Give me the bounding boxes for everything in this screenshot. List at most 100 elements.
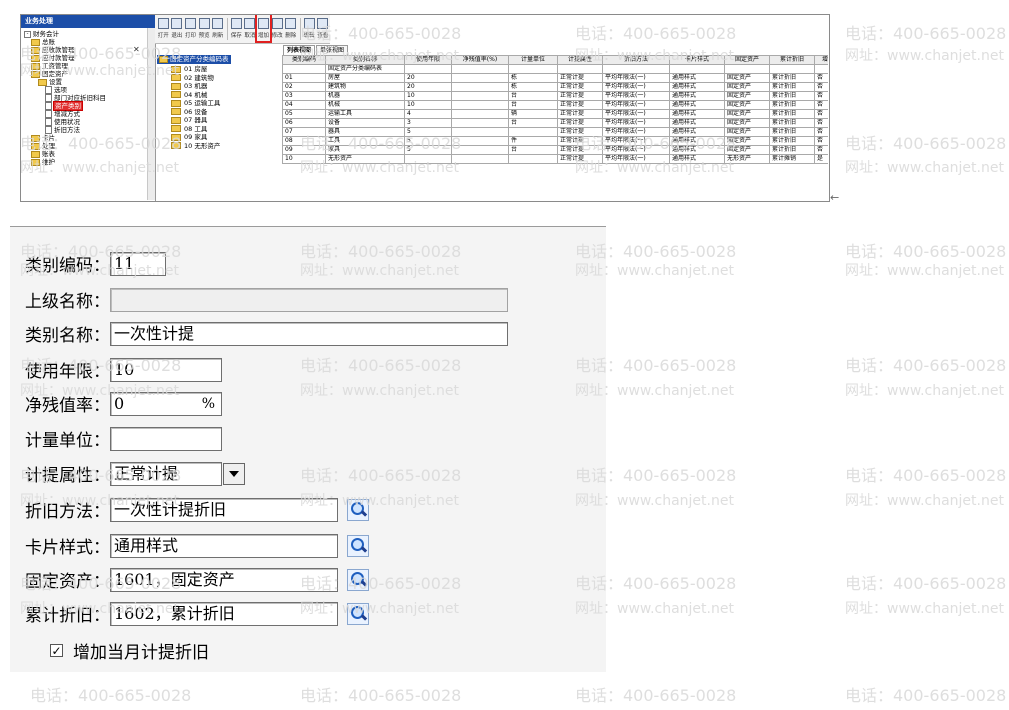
measure-unit-input[interactable] xyxy=(110,426,222,451)
grid-column-header[interactable]: 固定资产 xyxy=(724,55,770,65)
category-tree-item[interactable]: 07 器具 xyxy=(157,116,277,125)
nav-item[interactable]: 部门对应折旧科目 xyxy=(21,94,155,102)
tab-view[interactable]: 列表视图 xyxy=(283,45,316,55)
category-tree-item[interactable]: 05 运输工具 xyxy=(157,99,277,108)
cancel-button[interactable]: 取消 xyxy=(244,15,257,41)
nav-item[interactable]: 应付款管理 xyxy=(21,54,155,62)
table-row[interactable]: 02 建筑物 20 栋正常计提 平均年限法(一) 通用样式 固定资产 累计折旧否 xyxy=(282,82,828,92)
toolbar-label: 预览 xyxy=(198,33,210,39)
category-tree-label: 06 设备 xyxy=(184,107,208,116)
grid-column-header[interactable]: 计提属性 xyxy=(557,55,603,65)
category-tree-root[interactable]: 固定资产分类编码表 xyxy=(157,55,231,64)
add-button[interactable]: 增加 xyxy=(255,15,272,43)
category-tree-item[interactable]: 10 无形资产 xyxy=(157,142,277,151)
nav-item[interactable]: 设置 xyxy=(21,78,155,86)
table-cell xyxy=(404,64,452,74)
accrual-attribute-select[interactable]: 正常计提 xyxy=(110,461,222,486)
table-row[interactable]: 01 房屋 20 栋正常计提 平均年限法(一) 通用样式 固定资产 累计折旧否 xyxy=(282,73,828,83)
category-name-input[interactable]: 一次性计提 xyxy=(110,321,508,346)
search-icon[interactable] xyxy=(347,568,369,591)
category-tree-item[interactable]: 06 设备 xyxy=(157,108,277,117)
table-row[interactable]: 03 机器 10 台正常计提 平均年限法(一) 通用样式 固定资产 累计折旧否 xyxy=(282,91,828,101)
tab-view[interactable]: 单张视图 xyxy=(316,45,349,55)
category-tree-item[interactable]: 01 房屋 xyxy=(157,65,277,74)
table-row[interactable]: 08 工具 5 件正常计提 平均年限法(一) 通用样式 固定资产 累计折旧否 xyxy=(282,136,828,146)
nav-item[interactable]: 卡片 xyxy=(21,134,155,142)
grid-column-header[interactable]: 计量单位 xyxy=(508,55,558,65)
print-button[interactable]: 打印 xyxy=(184,15,197,41)
grid-column-header[interactable]: 累计折旧 xyxy=(769,55,815,65)
table-row[interactable]: 09 家具 5 台正常计提 平均年限法(一) 通用样式 固定资产 累计折旧否 xyxy=(282,145,828,155)
table-row[interactable]: 04 机械 10 台正常计提 平均年限法(一) 通用样式 固定资产 累计折旧否 xyxy=(282,100,828,110)
open-button[interactable]: 打开 xyxy=(157,15,170,41)
table-cell xyxy=(508,127,558,137)
document-icon xyxy=(45,102,52,110)
checkbox-check-icon[interactable]: ✓ xyxy=(50,644,63,657)
exit-button[interactable]: 退出 xyxy=(171,15,184,41)
table-cell: 04 xyxy=(282,100,326,110)
table-cell xyxy=(814,64,828,74)
category-tree-item[interactable]: 03 机器 xyxy=(157,82,277,91)
depreciation-method-input[interactable]: 一次性计提折旧 xyxy=(110,497,338,522)
search-icon[interactable] xyxy=(347,498,369,521)
table-row[interactable]: 固定资产分类编码表 xyxy=(282,64,828,74)
table-cell: 平均年限法(一) xyxy=(602,127,670,137)
category-tree-item[interactable]: 09 家具 xyxy=(157,133,277,142)
preview-button[interactable]: 预览 xyxy=(198,15,211,41)
table-row[interactable]: 05 运输工具 4 辆正常计提 平均年限法(一) 通用样式 固定资产 累计折旧否 xyxy=(282,109,828,119)
nav-item[interactable]: 处理 xyxy=(21,142,155,150)
nav-item[interactable]: - 财务会计 xyxy=(21,30,155,38)
table-row[interactable]: 07 器具 5 正常计提 平均年限法(一) 通用样式 固定资产 累计折旧否 xyxy=(282,127,828,137)
category-tree-label: 01 房屋 xyxy=(184,65,208,73)
table-cell: 固定资产 xyxy=(724,100,770,110)
table-cell: 通用样式 xyxy=(669,136,725,146)
save-button[interactable]: 保存 xyxy=(230,15,243,41)
accum-depreciation-input[interactable]: 1602，累计折旧 xyxy=(110,601,338,626)
nav-item[interactable]: 维护 xyxy=(21,158,155,166)
edit-button[interactable]: 编辑 xyxy=(303,15,316,41)
grid-column-header[interactable]: 净残值率(%) xyxy=(451,55,509,65)
fixed-asset-account-input[interactable]: 1601，固定资产 xyxy=(110,567,338,592)
nav-item[interactable]: 账表 xyxy=(21,150,155,158)
search-icon[interactable] xyxy=(347,534,369,557)
grid-column-header[interactable]: 类别名称 xyxy=(325,55,405,65)
close-icon[interactable]: ✕ xyxy=(133,45,140,54)
grid-column-header[interactable]: 卡片样式 xyxy=(669,55,725,65)
table-row[interactable]: 06 设备 3 台正常计提 平均年限法(一) 通用样式 固定资产 累计折旧否 xyxy=(282,118,828,128)
residual-rate-input[interactable]: 0 % xyxy=(110,391,222,416)
toolbar-separator xyxy=(300,18,301,40)
search-icon[interactable] xyxy=(347,602,369,625)
nav-item[interactable]: 折旧方法 xyxy=(21,126,155,134)
refresh-button[interactable]: 刷新 xyxy=(212,15,225,41)
nav-item[interactable]: 固定资产 xyxy=(21,70,155,78)
delete-button[interactable]: 删除 xyxy=(284,15,297,41)
folder-icon xyxy=(31,150,40,158)
card-style-input[interactable]: 通用样式 xyxy=(110,533,338,558)
nav-item[interactable]: 使用状况 xyxy=(21,118,155,126)
table-row[interactable]: 10 无形资产 正常计提 平均年限法(一) 通用样式 无形资产 累计摊销是 xyxy=(282,154,828,164)
nav-item[interactable]: 资产类别 xyxy=(21,101,155,111)
nav-item[interactable]: 增减方式 xyxy=(21,110,155,118)
category-tree-item[interactable]: 04 机械 xyxy=(157,91,277,100)
view-button[interactable]: 查看 xyxy=(316,15,329,41)
add-month-depreciation-checkbox[interactable]: ✓ 增加当月计提折旧 xyxy=(50,638,209,663)
table-cell: 正常计提 xyxy=(557,109,603,119)
grid-column-header[interactable]: 类别编码 xyxy=(282,55,326,65)
modify-button[interactable]: 修改 xyxy=(271,15,284,41)
grid-column-header[interactable]: 折旧方法 xyxy=(602,55,670,65)
grid-column-header[interactable]: 增加当月计 xyxy=(814,55,828,65)
category-tree-item[interactable]: 08 工具 xyxy=(157,125,277,134)
grid-column-header[interactable]: 使用年限 xyxy=(404,55,452,65)
nav-item-label: 资产类别 xyxy=(53,101,83,111)
chevron-down-icon[interactable] xyxy=(223,462,245,485)
save-icon xyxy=(230,18,242,29)
category-code-input[interactable]: 11 xyxy=(110,251,166,276)
nav-scrollbar[interactable] xyxy=(147,28,155,200)
nav-item[interactable]: 选项 xyxy=(21,86,155,94)
nav-item[interactable]: 工资管理 xyxy=(21,62,155,70)
table-cell: 固定资产分类编码表 xyxy=(325,64,405,74)
category-tree-item[interactable]: 02 建筑物 xyxy=(157,74,277,83)
nav-item-label: 处理 xyxy=(42,142,55,150)
service-life-input[interactable]: 10 xyxy=(110,357,222,382)
table-cell xyxy=(451,82,509,92)
